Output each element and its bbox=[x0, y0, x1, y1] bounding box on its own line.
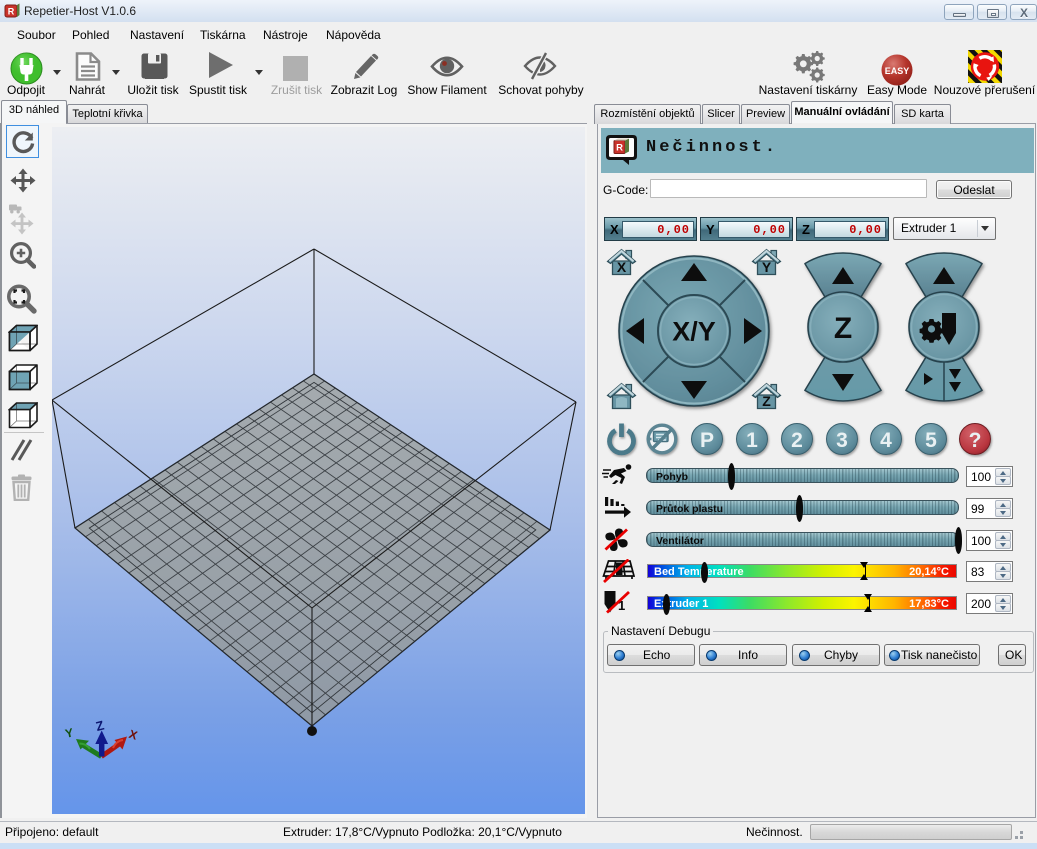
svg-text:3: 3 bbox=[836, 429, 848, 452]
svg-text:5: 5 bbox=[925, 429, 937, 452]
svg-text:Z: Z bbox=[762, 393, 771, 409]
svg-text:X/Y: X/Y bbox=[672, 317, 716, 347]
svg-text:R: R bbox=[616, 143, 623, 154]
svg-text:?: ? bbox=[969, 429, 982, 452]
svg-text:P: P bbox=[700, 429, 714, 452]
svg-text:4: 4 bbox=[880, 429, 892, 452]
svg-text:Y: Y bbox=[762, 259, 772, 275]
svg-text:X: X bbox=[1020, 7, 1028, 19]
svg-text:X: X bbox=[617, 259, 627, 275]
svg-text:EASY: EASY bbox=[885, 66, 910, 76]
svg-text:1: 1 bbox=[746, 429, 758, 452]
svg-text:Z: Z bbox=[834, 312, 852, 345]
svg-text:R: R bbox=[8, 7, 15, 17]
svg-text:2: 2 bbox=[791, 429, 803, 452]
